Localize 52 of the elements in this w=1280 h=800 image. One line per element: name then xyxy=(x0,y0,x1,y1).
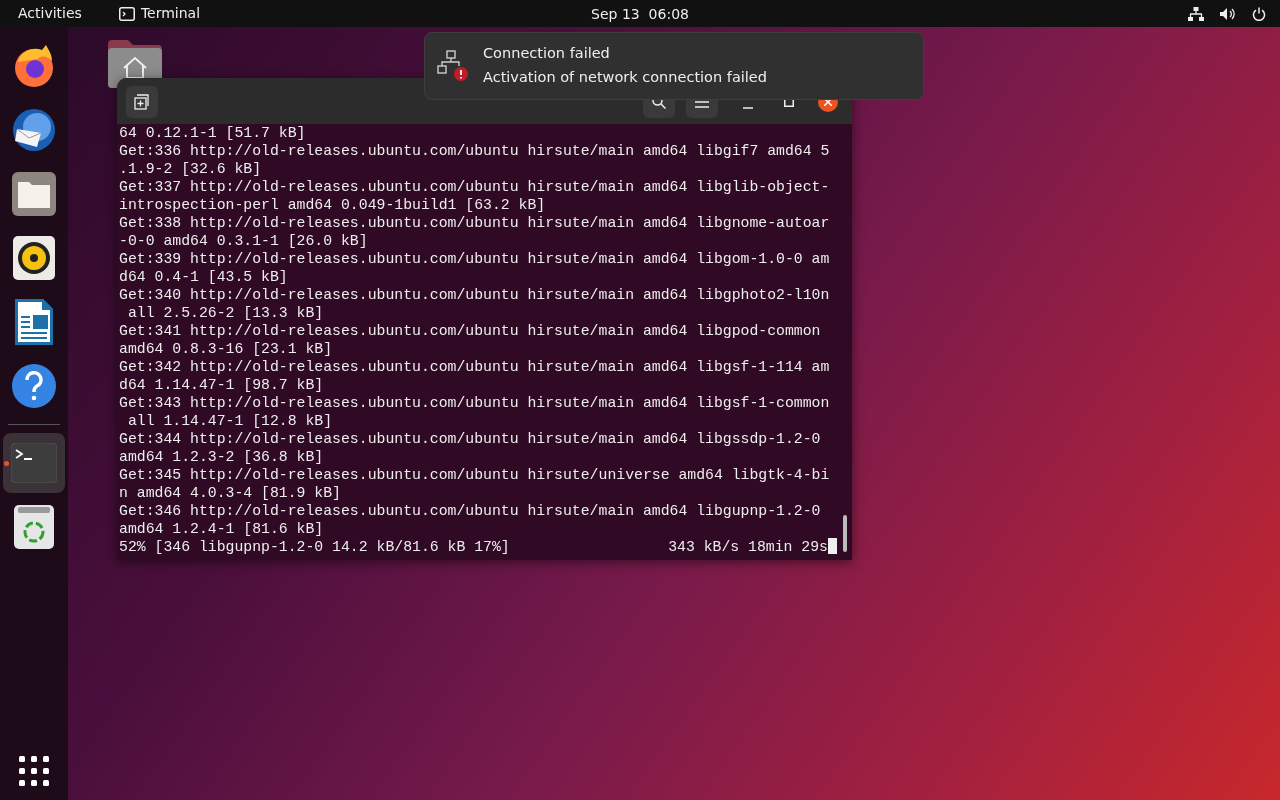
notification-title: Connection failed xyxy=(483,44,611,64)
terminal-output-line: all 2.5.26-2 [13.3 kB] xyxy=(126,304,325,322)
progress-status: 52% [346 libgupnp-1.2-0 14.2 kB/81.6 kB 17%] xyxy=(119,538,510,556)
terminal-output-line: Get:341 http://old-releases.ubuntu.com/ubuntu hirsute/main amd64 libgpod-common xyxy=(119,322,822,340)
terminal-output-line: all 1.14.47-1 [12.8 kB] xyxy=(126,412,334,430)
terminal-output-line: n amd64 4.0.3-4 [81.9 kB] xyxy=(119,484,342,502)
terminal-output-line: Get:337 http://old-releases.ubuntu.com/ubuntu hirsute/main amd64 libglib-object- xyxy=(119,178,831,196)
terminal-output-line: Get:343 http://old-releases.ubuntu.com/ubuntu hirsute/main amd64 libgsf-1-common xyxy=(119,394,831,412)
download-speed: 343 kB/s 18min 29s xyxy=(668,538,828,556)
terminal-output-line: Get:345 http://old-releases.ubuntu.com/ubuntu hirsute/universe amd64 libgtk-4-bi xyxy=(119,466,831,484)
terminal-output-line: Get:346 http://old-releases.ubuntu.com/ubuntu hirsute/main amd64 libgupnp-1.2-0 xyxy=(119,502,822,520)
terminal-output-line: d64 0.4-1 [43.5 kB] xyxy=(119,268,289,286)
terminal-output-line: Get:338 http://old-releases.ubuntu.com/ubuntu hirsute/main amd64 libgnome-autoar xyxy=(119,214,831,232)
terminal-output-line: amd64 0.8.3-16 [23.1 kB] xyxy=(119,340,334,358)
notification-message: Activation of network connection failed xyxy=(483,68,767,87)
recycle-bin-icon[interactable] xyxy=(14,505,54,549)
new-tab-button[interactable] xyxy=(126,86,158,118)
document-icon[interactable] xyxy=(15,299,53,345)
close-icon xyxy=(824,98,832,106)
folder-icon[interactable] xyxy=(12,172,56,216)
app-menu[interactable]: Terminal xyxy=(140,3,201,24)
text-cursor xyxy=(828,538,837,554)
speaker-icon[interactable] xyxy=(13,236,55,280)
running-indicator xyxy=(4,461,9,466)
browser-icon[interactable] xyxy=(12,44,56,88)
scrollbar[interactable] xyxy=(843,515,847,552)
question-mark-icon[interactable] xyxy=(11,363,57,409)
terminal-output-line: Get:336 http://old-releases.ubuntu.com/ubuntu hirsute/main amd64 libgif7 amd64 5 xyxy=(119,142,831,160)
terminal-output-line: Get:339 http://old-releases.ubuntu.com/ubuntu hirsute/main amd64 libgom-1.0-0 am xyxy=(119,250,831,268)
mail-icon[interactable] xyxy=(11,107,57,153)
terminal-output-line: 64 0.12.1-1 [51.7 kB] xyxy=(119,124,307,142)
terminal-output-line: Get:340 http://old-releases.ubuntu.com/ubuntu hirsute/main amd64 libgphoto2-l10n xyxy=(119,286,831,304)
app-grid-icon[interactable] xyxy=(19,756,49,786)
terminal-icon xyxy=(118,6,135,21)
clock[interactable]: Sep 13 06:08 xyxy=(591,4,689,25)
new-tab-icon xyxy=(134,94,150,110)
power-icon[interactable] xyxy=(1252,6,1266,21)
terminal-output-line: Get:344 http://old-releases.ubuntu.com/ubuntu hirsute/main amd64 libgssdp-1.2-0 xyxy=(119,430,822,448)
network-error-icon xyxy=(437,50,469,82)
notification-banner[interactable]: Connection failed Activation of network connection failed xyxy=(424,32,924,100)
terminal-output-line: amd64 1.2.4-1 [81.6 kB] xyxy=(119,520,325,538)
terminal-output-line: Get:342 http://old-releases.ubuntu.com/ubuntu hirsute/main amd64 libgsf-1-114 am xyxy=(119,358,831,376)
terminal-output-line: -0-0 amd64 0.3.1-1 [26.0 kB] xyxy=(119,232,369,250)
terminal-output-line: amd64 1.2.3-2 [36.8 kB] xyxy=(119,448,325,466)
terminal-output-line: .1.9-2 [32.6 kB] xyxy=(119,160,263,178)
terminal-icon[interactable] xyxy=(11,443,57,483)
terminal-output-line: d64 1.14.47-1 [98.7 kB] xyxy=(119,376,325,394)
minimize-icon xyxy=(743,107,753,109)
volume-icon[interactable] xyxy=(1220,6,1236,21)
network-icon[interactable] xyxy=(1188,6,1204,21)
activities-button[interactable]: Activities xyxy=(18,3,82,24)
terminal-output-line: introspection-perl amd64 0.049-1build1 [63.2 kB] xyxy=(119,196,547,214)
